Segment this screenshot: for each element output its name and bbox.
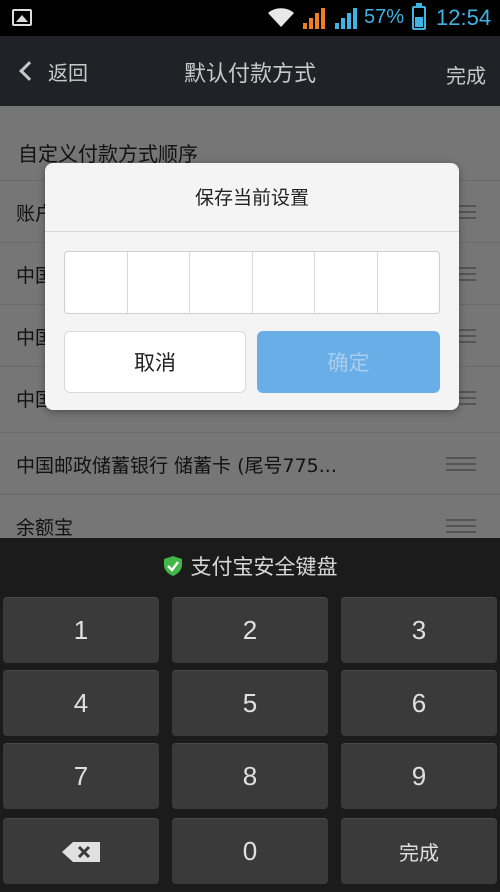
list-item-label: 中国邮政储蓄银行 储蓄卡 (尾号775...: [16, 455, 337, 477]
pin-cell: [65, 252, 128, 313]
confirm-button[interactable]: 确定: [257, 331, 440, 393]
save-settings-dialog: 保存当前设置 取消 确定: [45, 163, 459, 410]
list-item[interactable]: 中国邮政储蓄银行 储蓄卡 (尾号775...: [0, 432, 500, 494]
signal-icon: [335, 8, 357, 29]
pin-cell: [253, 252, 315, 313]
pin-cell: [315, 252, 378, 313]
drag-handle-icon[interactable]: [446, 457, 476, 471]
battery-icon: [412, 3, 426, 30]
divider: [45, 231, 459, 232]
key-6[interactable]: 6: [341, 670, 497, 736]
battery-percent: 57%: [364, 6, 405, 28]
dialog-title: 保存当前设置: [194, 187, 309, 209]
key-9[interactable]: 9: [341, 743, 497, 809]
app-header: 返回 默认付款方式 完成: [0, 36, 500, 106]
signal-icon: [303, 8, 325, 29]
key-7[interactable]: 7: [3, 743, 159, 809]
pin-cell: [378, 252, 440, 313]
key-3[interactable]: 3: [341, 597, 497, 663]
keyboard-header: 支付宝安全键盘: [0, 538, 500, 594]
wifi-icon: [268, 8, 294, 27]
page-title: 默认付款方式: [183, 62, 316, 87]
delete-key[interactable]: [3, 818, 159, 884]
backspace-icon: [62, 841, 100, 862]
cancel-button[interactable]: 取消: [64, 331, 246, 393]
keyboard-title: 支付宝安全键盘: [190, 555, 338, 579]
clock: 12:54: [436, 5, 492, 30]
pin-cell: [190, 252, 253, 313]
key-1[interactable]: 1: [3, 597, 159, 663]
list-item-label: 余额宝: [16, 517, 74, 539]
key-2[interactable]: 2: [172, 597, 328, 663]
gallery-notification-icon: [12, 9, 32, 26]
key-8[interactable]: 8: [172, 743, 328, 809]
key-5[interactable]: 5: [172, 670, 328, 736]
password-input[interactable]: [64, 251, 440, 314]
battery-level: [415, 17, 423, 27]
key-0[interactable]: 0: [172, 818, 328, 884]
status-bar: 57% 12:54: [0, 0, 500, 36]
drag-handle-icon[interactable]: [446, 519, 476, 533]
keyboard-done-key[interactable]: 完成: [341, 818, 497, 884]
shield-check-icon: [163, 556, 182, 576]
pin-cell: [128, 252, 190, 313]
key-4[interactable]: 4: [3, 670, 159, 736]
secure-keyboard: 支付宝安全键盘 1 2 3 4 5 6 7 8 9 0 完成: [0, 538, 500, 892]
done-button[interactable]: 完成: [446, 60, 486, 89]
